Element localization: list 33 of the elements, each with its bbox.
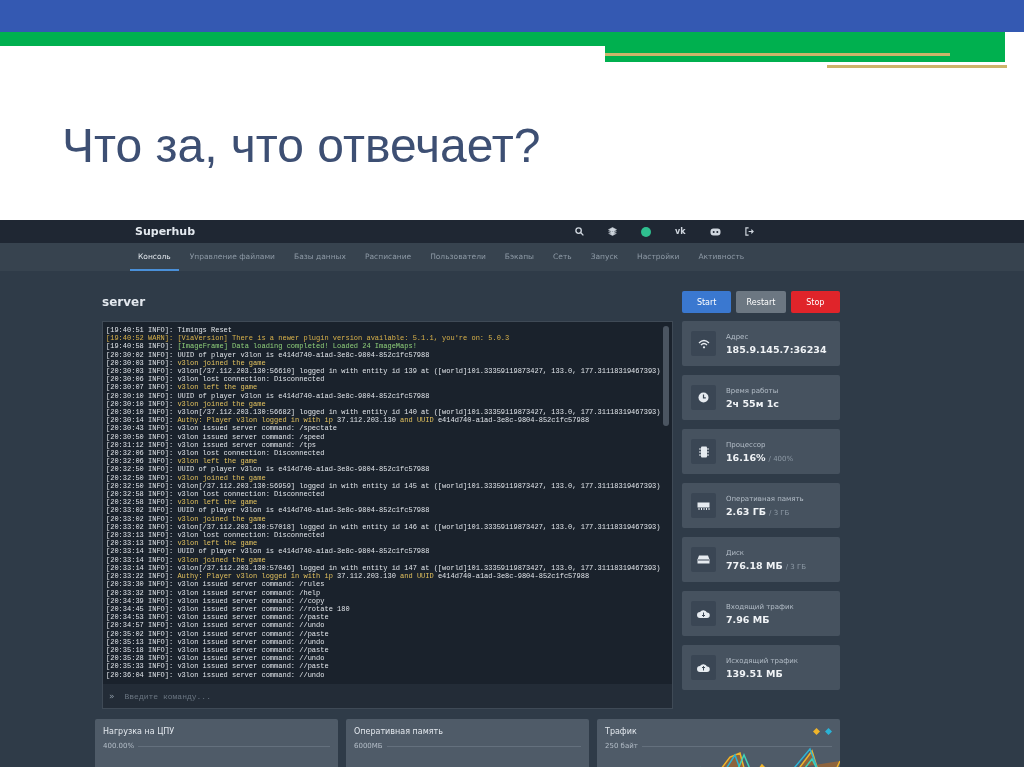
- stat-value: 776.18 МБ: [726, 559, 783, 571]
- chart-title: Нагрузка на ЦПУ: [103, 727, 175, 736]
- scrollbar-thumb[interactable]: [663, 326, 669, 426]
- avatar-circle[interactable]: [641, 226, 651, 237]
- stat-value: 2ч 55м 1с: [726, 397, 779, 409]
- stat-value: 2.63 ГБ: [726, 505, 767, 517]
- search-icon[interactable]: [575, 227, 584, 236]
- cloud-download-icon: [697, 609, 710, 618]
- command-bar[interactable]: » Введите команду...: [103, 684, 672, 708]
- slide-title: Что за, что отвечает?: [62, 117, 541, 173]
- server-control-button[interactable]: Stop: [790, 291, 840, 313]
- brand-name: Superhub: [135, 225, 197, 238]
- drive-icon: [697, 555, 710, 564]
- prompt-sign: »: [109, 691, 115, 701]
- command-input[interactable]: Введите команду...: [122, 690, 672, 702]
- chart-title: Трафик: [605, 727, 637, 736]
- gamepad-icon[interactable]: [709, 227, 721, 236]
- stat-value: 7.96 МБ: [726, 613, 770, 625]
- stat-value: 185.9.145.7:36234: [726, 343, 827, 355]
- chart-title: Оперативная память: [354, 727, 443, 736]
- wifi-icon: [697, 338, 710, 349]
- vk-link[interactable]: vk: [675, 227, 686, 236]
- chip-icon: [698, 445, 709, 458]
- stat-value: 139.51 МБ: [726, 667, 783, 679]
- server-name: server: [102, 295, 146, 309]
- layers-icon[interactable]: [608, 227, 617, 236]
- logout-icon[interactable]: [744, 227, 754, 236]
- server-control-button[interactable]: Start: [682, 291, 732, 313]
- server-control-button[interactable]: Restart: [736, 291, 786, 313]
- clock-icon: [698, 392, 709, 403]
- memory-icon: [697, 501, 710, 510]
- cloud-upload-icon: [697, 663, 710, 672]
- stat-value: 16.16%: [726, 451, 766, 463]
